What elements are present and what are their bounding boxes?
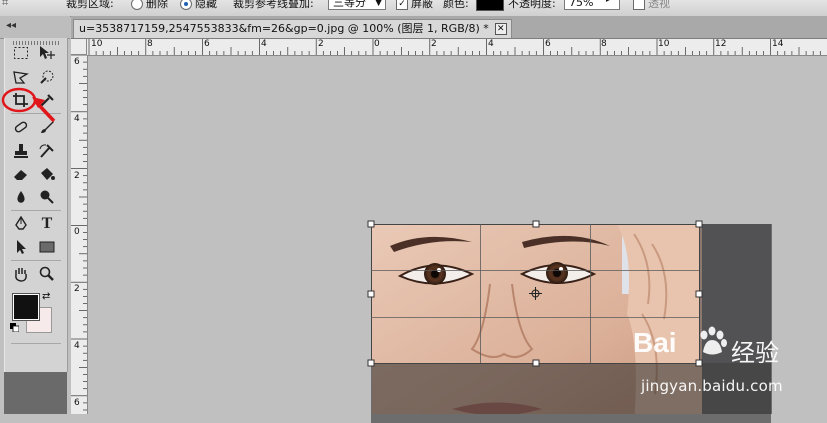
ruler-label: 0 (74, 227, 80, 237)
shield-label: 屏蔽 (411, 0, 433, 10)
ruler-label: 10 (91, 39, 103, 49)
guide-overlay-value: 三等分 (333, 0, 366, 9)
opacity-input[interactable]: 75% (564, 0, 620, 10)
default-colors-icon[interactable] (10, 322, 20, 333)
pen-tool-icon[interactable] (10, 214, 32, 234)
watermark-logo: Bai (633, 327, 677, 358)
ruler-label: 6 (204, 39, 210, 49)
ruler-label: 8 (147, 39, 153, 49)
options-bar: ⌗ 裁剪区域: 删除 隐藏 裁剪参考线叠加: 三等分 ▼ ✓ 屏蔽 颜色: 不透明度… (0, 0, 827, 17)
baidu-watermark: Bai 经验 jingyan.baidu.com (633, 325, 803, 405)
move-tool-icon[interactable] (36, 43, 58, 63)
ruler-label: 6 (545, 39, 551, 49)
delete-label: 删除 (146, 0, 168, 10)
opacity-slider-arrow-icon[interactable]: ▸ (606, 0, 611, 5)
toolbox-header: ◂◂ (0, 16, 70, 39)
ruler-label: 12 (715, 39, 727, 49)
opacity-label: 不透明度: (508, 0, 556, 10)
ruler-label: 2 (74, 284, 80, 294)
paint-bucket-tool-icon[interactable] (36, 164, 58, 184)
guide-overlay-label: 裁剪参考线叠加: (233, 0, 314, 10)
watermark-url: jingyan.baidu.com (641, 377, 783, 395)
shield-checkbox[interactable]: ✓ 屏蔽 (396, 0, 433, 11)
shield-color-swatch[interactable] (476, 0, 504, 11)
swap-colors-icon[interactable]: ⇄ (42, 291, 50, 302)
foreground-color-swatch[interactable] (12, 293, 40, 321)
crop-tool-preset-icon[interactable]: ⌗ (2, 0, 8, 10)
delete-radio[interactable]: 删除 (131, 0, 168, 11)
ruler-label: 4 (488, 39, 494, 49)
clone-stamp-tool-icon[interactable] (10, 141, 32, 161)
close-icon[interactable]: ✕ (494, 23, 507, 35)
chevron-down-icon: ▼ (375, 0, 382, 8)
ruler-label: 14 (772, 39, 784, 49)
ruler-label: 4 (261, 39, 267, 49)
horizontal-ruler[interactable]: 10 8 6 4 2 0 2 4 6 8 10 12 14 (87, 39, 827, 56)
type-tool-icon[interactable]: T (36, 214, 58, 234)
hand-tool-icon[interactable] (10, 264, 32, 284)
dodge-tool-icon[interactable] (36, 187, 58, 207)
ruler-label: 2 (318, 39, 324, 49)
history-brush-tool-icon[interactable] (36, 141, 58, 161)
marquee-tool-icon[interactable] (10, 43, 32, 63)
guide-overlay-select[interactable]: 三等分 ▼ (328, 0, 386, 10)
ruler-label: 4 (74, 341, 80, 351)
color-label: 颜色: (443, 0, 469, 10)
blur-tool-icon[interactable] (10, 187, 32, 207)
hide-radio[interactable]: 隐藏 (180, 0, 217, 11)
ruler-label: 4 (74, 114, 80, 124)
ruler-label: 0 (374, 39, 380, 49)
ruler-label: 2 (74, 171, 80, 181)
hide-label: 隐藏 (195, 0, 217, 10)
opacity-value: 75% (569, 0, 594, 9)
document-tab-bar: u=3538717159,2547553833&fm=26&gp=0.jpg @… (71, 16, 827, 39)
ruler-origin[interactable] (71, 39, 87, 55)
rectangle-tool-icon[interactable] (36, 237, 58, 257)
document-tab[interactable]: u=3538717159,2547553833&fm=26&gp=0.jpg @… (73, 19, 512, 38)
ruler-label: 6 (74, 398, 80, 408)
vertical-ruler[interactable]: 6 4 2 0 2 4 6 (71, 55, 88, 414)
paw-icon (700, 326, 727, 355)
path-selection-tool-icon[interactable] (10, 237, 32, 257)
crop-area-label: 裁剪区域: (66, 0, 114, 10)
perspective-checkbox[interactable]: 透视 (633, 0, 670, 11)
ruler-label: 10 (658, 39, 670, 49)
ruler-label: 8 (601, 39, 607, 49)
document-title: u=3538717159,2547553833&fm=26&gp=0.jpg @… (79, 22, 489, 35)
eraser-tool-icon[interactable] (10, 164, 32, 184)
toolbox-bottom (4, 372, 67, 414)
red-annotation-icon (1, 87, 56, 123)
watermark-suffix: 经验 (731, 339, 779, 367)
collapse-icon[interactable]: ◂◂ (6, 20, 16, 31)
ruler-label: 6 (74, 57, 80, 67)
zoom-tool-icon[interactable] (36, 264, 58, 284)
perspective-label: 透视 (648, 0, 670, 10)
ruler-label: 2 (431, 39, 437, 49)
